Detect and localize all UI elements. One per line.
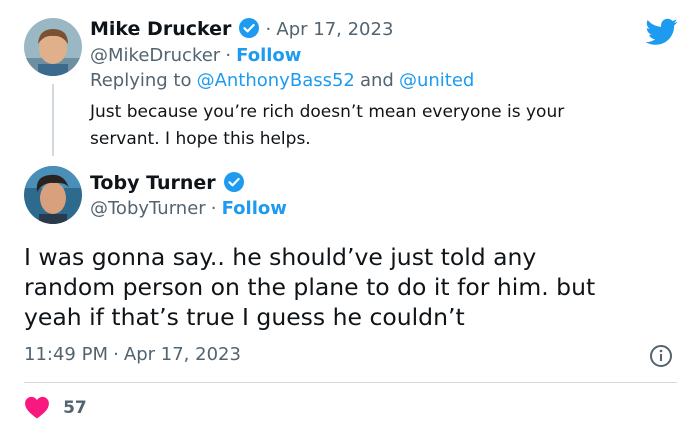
- mike-drucker-avatar[interactable]: [24, 18, 82, 76]
- replying-to-and: and: [359, 70, 394, 91]
- separator-dot: ·: [265, 19, 272, 40]
- reply-tweet-header: Mike Drucker · Apr 17, 2023: [90, 17, 393, 40]
- replying-to-label: Replying to: [90, 70, 192, 91]
- tweet-time[interactable]: 11:49 PM: [24, 344, 108, 365]
- separator-dot: ·: [225, 45, 232, 66]
- main-handle-row: @TobyTurner · Follow: [90, 198, 287, 219]
- twitter-bird-icon[interactable]: [645, 18, 678, 46]
- tweet-text-line: yeah if that’s true I guess he couldn’t: [24, 303, 465, 331]
- replying-to-row: Replying to @AnthonyBass52 and @united: [90, 70, 474, 91]
- toby-turner-avatar[interactable]: [24, 166, 82, 224]
- separator-dot: ·: [113, 344, 119, 365]
- mention-link[interactable]: @united: [399, 70, 474, 91]
- reply-handle-row: @MikeDrucker · Follow: [90, 45, 301, 66]
- tweet-text-line: servant. I hope this helps.: [90, 129, 311, 149]
- heart-icon: [24, 395, 50, 419]
- tweet-text-line: Just because you’re rich doesn’t mean ev…: [90, 102, 565, 122]
- info-icon[interactable]: [649, 344, 673, 368]
- divider: [24, 382, 677, 383]
- tweet-timestamp-row: 11:49 PM · Apr 17, 2023: [24, 344, 241, 365]
- separator-dot: ·: [210, 198, 217, 219]
- main-tweet-header: Toby Turner: [90, 171, 245, 194]
- mention-link[interactable]: @AnthonyBass52: [197, 70, 355, 91]
- follow-button[interactable]: Follow: [222, 198, 287, 219]
- author-name[interactable]: Toby Turner: [90, 172, 216, 194]
- thread-connector-line: [52, 84, 54, 156]
- verified-badge-icon: [238, 17, 260, 39]
- author-handle[interactable]: @TobyTurner: [90, 198, 206, 219]
- tweet-date[interactable]: Apr 17, 2023: [276, 19, 393, 40]
- author-name[interactable]: Mike Drucker: [90, 18, 231, 40]
- follow-button[interactable]: Follow: [236, 45, 301, 66]
- reply-tweet-text: Just because you’re rich doesn’t mean ev…: [90, 99, 670, 153]
- tweet-date[interactable]: Apr 17, 2023: [124, 344, 241, 365]
- verified-badge-icon: [223, 171, 245, 193]
- main-tweet-text: I was gonna say.. he should’ve just told…: [24, 242, 684, 332]
- like-button[interactable]: 57: [24, 395, 87, 419]
- tweet-text-line: random person on the plane to do it for …: [24, 273, 596, 301]
- author-handle[interactable]: @MikeDrucker: [90, 45, 220, 66]
- tweet-text-line: I was gonna say.. he should’ve just told…: [24, 243, 537, 271]
- like-count: 57: [63, 398, 87, 418]
